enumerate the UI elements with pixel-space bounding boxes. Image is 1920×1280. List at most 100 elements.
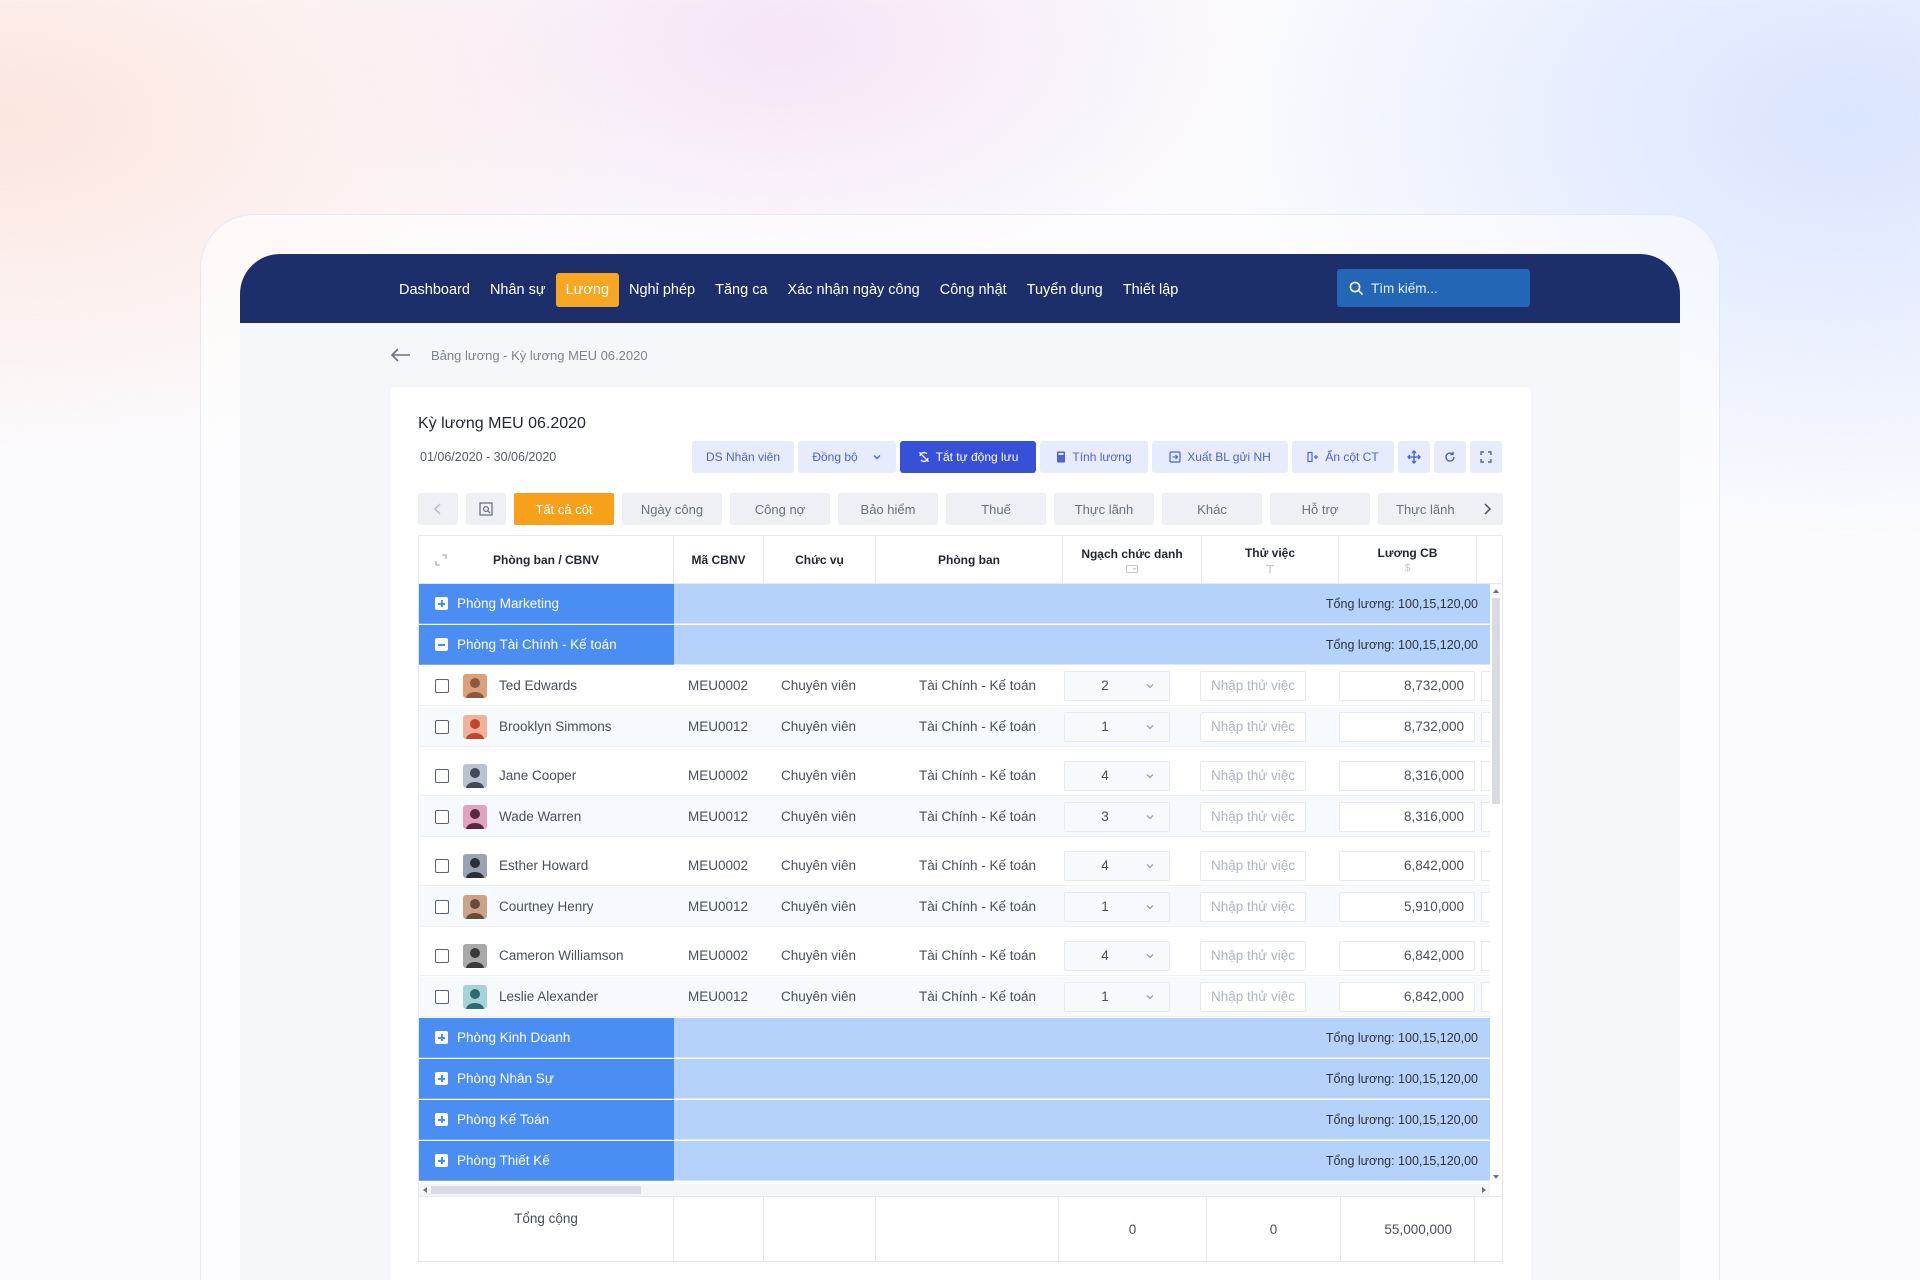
expand-plus-icon[interactable] [435,1154,448,1167]
fullscreen-button[interactable] [1470,441,1502,473]
row-checkbox[interactable] [435,678,449,693]
row-checkbox[interactable] [435,858,449,873]
probation-input[interactable] [1200,801,1306,832]
tab-thuc-lanh[interactable]: Thực lãnh [1054,493,1154,525]
base-salary-field[interactable]: 6,842,000 [1339,940,1475,971]
table-row[interactable]: Cameron Williamson MEU0002 Chuyên viên Tài … [419,936,1490,976]
expand-plus-icon[interactable] [435,1113,448,1126]
horizontal-scrollbar[interactable] [419,1184,1490,1196]
nav-cong-nhat[interactable]: Công nhật [930,273,1017,307]
nav-nhan-su[interactable]: Nhân sự [480,273,556,307]
tab-thue[interactable]: Thuế [946,493,1046,525]
table-row[interactable]: Leslie Alexander MEU0012 Chuyên viên Tài Ch… [419,977,1490,1017]
grade-select[interactable]: 4 [1064,940,1170,971]
row-checkbox[interactable] [435,948,449,963]
grade-select[interactable]: 4 [1064,850,1170,881]
expand-icon[interactable] [435,554,447,566]
calculate-salary-button[interactable]: Tính lương [1040,441,1148,473]
row-checkbox[interactable] [435,719,449,734]
table-row[interactable]: Jane Cooper MEU0002 Chuyên viên Tài Chính -… [419,756,1490,796]
group-row-finance[interactable]: Phòng Tài Chính - Kế toán Tổng lương: 10… [419,625,1490,665]
search-input[interactable] [1371,280,1521,296]
scroll-left-icon[interactable] [422,1186,428,1194]
export-payslip-button[interactable]: Xuất BL gửi NH [1152,441,1288,473]
tab-cong-no[interactable]: Công nợ [730,493,830,525]
grade-select[interactable]: 3 [1064,801,1170,832]
grade-select[interactable]: 1 [1064,711,1170,742]
base-salary-field[interactable]: 6,842,000 [1339,850,1475,881]
horizontal-scroll-thumb[interactable] [431,1186,641,1194]
employee-code: MEU0002 [688,678,749,693]
next-column-cell [1481,891,1490,922]
probation-input[interactable] [1200,711,1306,742]
refresh-button[interactable] [1434,441,1466,473]
tab-khac[interactable]: Khác [1162,493,1262,525]
group-row-accounting[interactable]: Phòng Kế Toán Tổng lương: 100,15,120,00 [419,1100,1490,1140]
tab-ngay-cong[interactable]: Ngày công [622,493,722,525]
column-settings-button[interactable] [466,493,506,525]
sync-dropdown-button[interactable]: Đồng bộ [798,441,896,473]
nav-luong[interactable]: Lương [555,273,620,307]
nav-xac-nhan-ngay-cong[interactable]: Xác nhận ngày công [778,273,930,307]
base-salary-field[interactable]: 6,842,000 [1339,981,1475,1012]
expand-plus-icon[interactable] [435,1072,448,1085]
table-row[interactable]: Esther Howard MEU0002 Chuyên viên Tài Chính… [419,846,1490,886]
row-checkbox[interactable] [435,809,449,824]
tab-ho-tro[interactable]: Hỗ trợ [1270,493,1370,525]
nav-nghi-phep[interactable]: Nghỉ phép [619,273,705,307]
tab-all-columns[interactable]: Tất cả cột [514,493,614,525]
group-row-design[interactable]: Phòng Thiết Kế Tổng lương: 100,15,120,00 [419,1141,1490,1181]
base-salary-field[interactable]: 8,316,000 [1339,801,1475,832]
grade-select[interactable]: 2 [1064,670,1170,701]
tabs-next-button[interactable] [1471,493,1503,525]
tabs-prev-button[interactable] [418,493,458,525]
hide-columns-button[interactable]: Ẩn cột CT [1292,441,1394,473]
table-row[interactable]: Wade Warren MEU0012 Chuyên viên Tài Chính -… [419,797,1490,837]
probation-input[interactable] [1200,891,1306,922]
probation-input[interactable] [1200,940,1306,971]
scroll-right-icon[interactable] [1481,1186,1487,1194]
probation-input[interactable] [1200,670,1306,701]
scroll-up-icon[interactable] [1492,588,1500,594]
probation-input[interactable] [1200,760,1306,791]
employee-list-button[interactable]: DS Nhân viên [692,441,794,473]
footer-salary-total: 55,000,000 [1341,1197,1475,1261]
base-salary-field[interactable]: 8,732,000 [1339,670,1475,701]
row-checkbox[interactable] [435,989,449,1004]
tab-thuc-lanh-2[interactable]: Thực lãnh [1378,493,1478,525]
tab-bao-hiem[interactable]: Bảo hiểm [838,493,938,525]
grade-select[interactable]: 4 [1064,760,1170,791]
move-button[interactable] [1398,441,1430,473]
collapse-minus-icon[interactable] [435,638,448,651]
base-salary-field[interactable]: 5,910,000 [1339,891,1475,922]
disable-autosave-button[interactable]: Tắt tự động lưu [900,441,1036,473]
group-row-hr[interactable]: Phòng Nhân Sự Tổng lương: 100,15,120,00 [419,1059,1490,1099]
expand-plus-icon[interactable] [435,597,448,610]
back-arrow-icon[interactable] [389,345,413,365]
group-name-cell: Phòng Marketing [419,584,674,624]
base-salary-field[interactable]: 8,732,000 [1339,711,1475,742]
group-row-sales[interactable]: Phòng Kinh Doanh Tổng lương: 100,15,120,… [419,1018,1490,1058]
row-checkbox[interactable] [435,899,449,914]
employee-department: Tài Chính - Kế toán [919,809,1037,824]
probation-input[interactable] [1200,981,1306,1012]
expand-plus-icon[interactable] [435,1031,448,1044]
grade-select[interactable]: 1 [1064,891,1170,922]
table-row[interactable]: Ted Edwards MEU0002 Chuyên viên Tài Chính -… [419,666,1490,706]
nav-tuyen-dung[interactable]: Tuyển dụng [1017,273,1113,307]
scroll-down-icon[interactable] [1492,1174,1500,1180]
nav-tang-ca[interactable]: Tăng ca [705,273,777,307]
group-row-marketing[interactable]: Phòng Marketing Tổng lương: 100,15,120,0… [419,584,1490,624]
nav-thiet-lap[interactable]: Thiết lập [1113,273,1189,307]
base-salary-field[interactable]: 8,316,000 [1339,760,1475,791]
grade-select[interactable]: 1 [1064,981,1170,1012]
row-checkbox[interactable] [435,768,449,783]
table-row[interactable]: Courtney Henry MEU0012 Chuyên viên Tài Chín… [419,887,1490,927]
probation-input[interactable] [1200,850,1306,881]
nav-dashboard[interactable]: Dashboard [389,273,480,307]
vertical-scrollbar[interactable] [1490,584,1502,1184]
hide-columns-label: Ẩn cột CT [1325,450,1379,464]
vertical-scroll-thumb[interactable] [1492,598,1500,804]
table-row[interactable]: Brooklyn Simmons MEU0012 Chuyên viên Tài Ch… [419,707,1490,747]
breadcrumb: Bảng lương - Kỳ lương MEU 06.2020 [389,345,648,365]
